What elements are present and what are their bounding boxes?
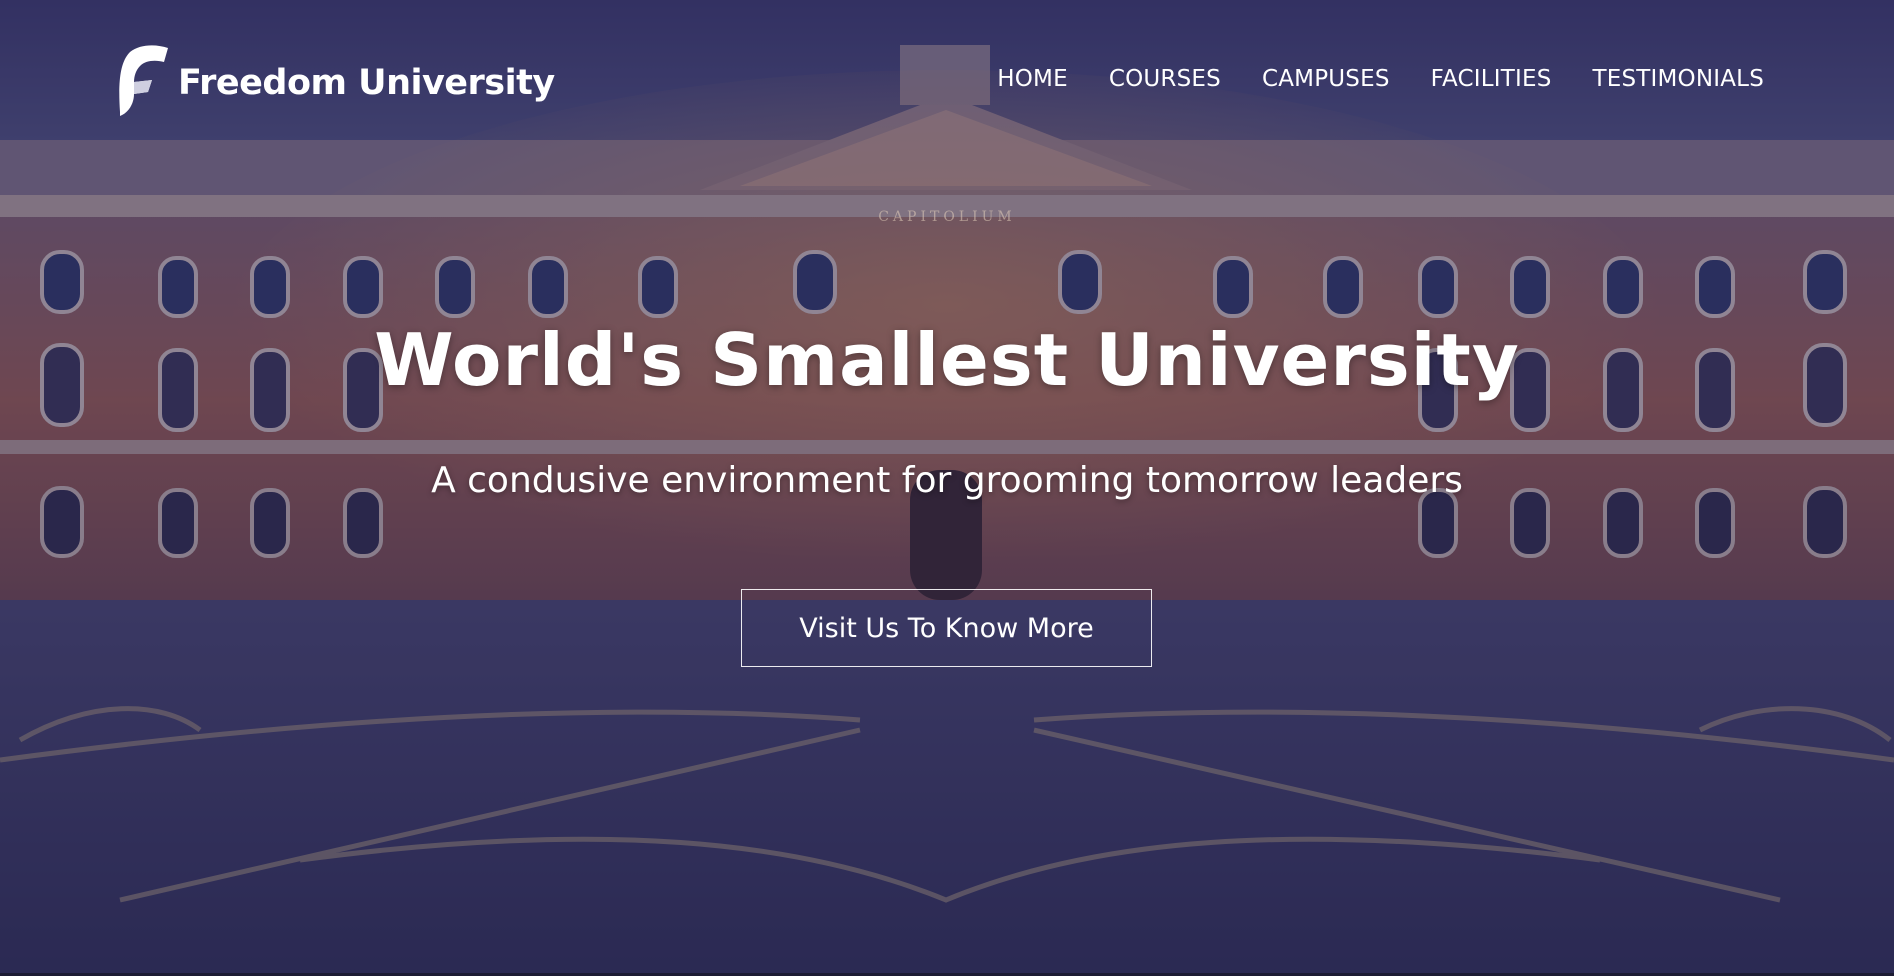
hero-section: Freedom University HOME COURSES CAMPUSES…	[0, 0, 1894, 976]
nav-item-home[interactable]: HOME	[997, 66, 1068, 92]
nav-item-courses[interactable]: COURSES	[1109, 66, 1221, 92]
brand-name: Freedom University	[178, 63, 555, 103]
visit-us-button[interactable]: Visit Us To Know More	[741, 589, 1152, 667]
hero-title: World's Smallest University	[374, 318, 1520, 402]
nav-item-campuses[interactable]: CAMPUSES	[1262, 66, 1390, 92]
brand[interactable]: Freedom University	[112, 42, 555, 120]
freedom-f-logo-icon	[119, 45, 168, 116]
nav-item-testimonials[interactable]: TESTIMONIALS	[1593, 66, 1765, 92]
building-inscription: CAPITOLIUM	[878, 209, 1016, 225]
main-nav: HOME COURSES CAMPUSES FACILITIES TESTIMO…	[956, 66, 1764, 92]
top-navbar: Freedom University HOME COURSES CAMPUSES…	[0, 38, 1894, 128]
hero-subtitle: A condusive environment for grooming tom…	[431, 460, 1463, 501]
nav-item-facilities[interactable]: FACILITIES	[1431, 66, 1552, 92]
